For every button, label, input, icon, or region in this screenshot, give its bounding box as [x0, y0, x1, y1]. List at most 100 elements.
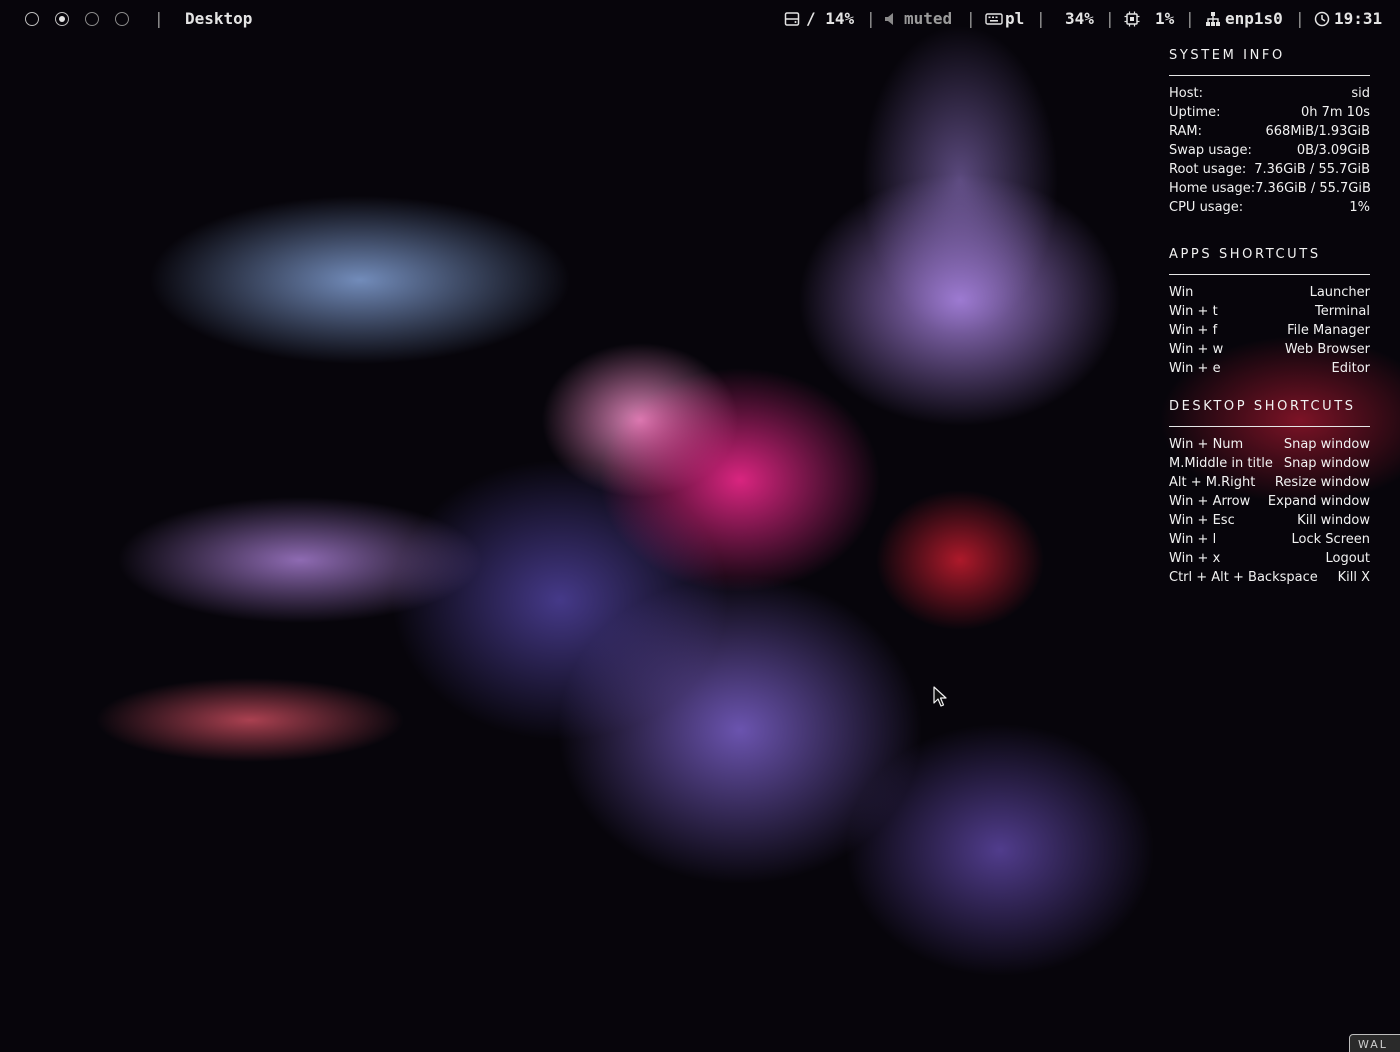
- volume-status[interactable]: muted: [904, 9, 952, 28]
- row-value: Web Browser: [1284, 342, 1370, 357]
- info-row: Home usage: 7.36GiB / 55.7GiB: [1169, 179, 1371, 198]
- row-label: Win + l: [1169, 532, 1217, 547]
- row-value: 1%: [1349, 200, 1370, 215]
- row-label: Win + e: [1169, 361, 1221, 376]
- cpu-usage[interactable]: 1%: [1155, 9, 1174, 28]
- bar-separator: |: [966, 9, 976, 28]
- row-label: M.Middle in title: [1169, 456, 1273, 471]
- info-row: Swap usage: 0B/3.09GiB: [1169, 141, 1370, 160]
- disk-icon: [784, 11, 800, 31]
- corner-watermark: WAL: [1349, 1034, 1400, 1052]
- row-value: Expand window: [1267, 494, 1370, 509]
- row-label: Ctrl + Alt + Backspace: [1169, 570, 1318, 585]
- section-title: DESKTOP SHORTCUTS: [1169, 399, 1356, 414]
- row-label: Win + Num: [1169, 437, 1244, 452]
- section-divider: [1169, 274, 1370, 275]
- info-row: Win + l Lock Screen: [1169, 530, 1370, 549]
- row-label: Alt + M.Right: [1169, 475, 1256, 490]
- row-value: Kill X: [1337, 570, 1370, 585]
- row-label: Win + Esc: [1169, 513, 1235, 528]
- workspace-2-indicator[interactable]: [55, 12, 69, 26]
- workspace-4-indicator[interactable]: [115, 12, 129, 26]
- info-row: Win + f File Manager: [1169, 321, 1370, 340]
- row-label: CPU usage:: [1169, 200, 1244, 215]
- section-divider: [1169, 426, 1370, 427]
- info-row: Win + w Web Browser: [1169, 340, 1370, 359]
- row-label: RAM:: [1169, 124, 1202, 139]
- row-value: 7.36GiB / 55.7GiB: [1254, 162, 1370, 177]
- row-value: sid: [1351, 86, 1370, 101]
- clock-time[interactable]: 19:31: [1334, 9, 1382, 28]
- row-value: 0h 7m 10s: [1300, 105, 1370, 120]
- row-value: Snap window: [1283, 437, 1370, 452]
- speaker-icon: [884, 11, 896, 31]
- bar-separator: |: [1105, 9, 1115, 28]
- info-row: CPU usage: 1%: [1169, 198, 1370, 217]
- info-row: Win + Esc Kill window: [1169, 511, 1370, 530]
- row-value: Logout: [1325, 551, 1370, 566]
- keyboard-icon: [985, 11, 1003, 31]
- info-row: Win + x Logout: [1169, 549, 1370, 568]
- info-row: Win + Num Snap window: [1169, 435, 1370, 454]
- info-row: Host: sid: [1169, 84, 1370, 103]
- bar-separator: |: [1295, 9, 1305, 28]
- row-label: Win + f: [1169, 323, 1218, 338]
- network-interface[interactable]: enp1s0: [1225, 9, 1283, 28]
- disk-usage[interactable]: / 14%: [806, 9, 854, 28]
- row-label: Win + x: [1169, 551, 1221, 566]
- window-title: Desktop: [185, 9, 253, 28]
- row-label: Win + t: [1169, 304, 1218, 319]
- row-value: Editor: [1331, 361, 1370, 376]
- row-value: 7.36GiB / 55.7GiB: [1255, 181, 1371, 196]
- battery-level[interactable]: 34%: [1065, 9, 1094, 28]
- apps-shortcuts-section: APPS SHORTCUTS Win Launcher Win + t Termina…: [1169, 245, 1370, 378]
- row-value: File Manager: [1287, 323, 1370, 338]
- battery-icon: [1050, 16, 1060, 35]
- network-icon: [1205, 11, 1221, 31]
- section-divider: [1169, 75, 1370, 76]
- info-row: Root usage: 7.36GiB / 55.7GiB: [1169, 160, 1370, 179]
- conky-info-panel: SYSTEM INFO Host: sid Uptime: 0h 7m 10s RAM:…: [1169, 46, 1371, 587]
- row-value: Launcher: [1309, 285, 1370, 300]
- system-info-section: SYSTEM INFO Host: sid Uptime: 0h 7m 10s RAM:…: [1169, 46, 1371, 217]
- row-value: Terminal: [1315, 304, 1370, 319]
- workspace-1-indicator[interactable]: [25, 12, 39, 26]
- mouse-pointer-icon: [933, 686, 947, 712]
- info-row: Win + t Terminal: [1169, 302, 1370, 321]
- bar-separator: |: [1185, 9, 1195, 28]
- row-value: 668MiB/1.93GiB: [1265, 124, 1371, 139]
- section-title: SYSTEM INFO: [1169, 48, 1285, 63]
- desktop-shortcuts-section: DESKTOP SHORTCUTS Win + Num Snap window M.…: [1169, 397, 1370, 587]
- clock-icon: [1314, 11, 1330, 31]
- keyboard-layout[interactable]: pl: [1005, 9, 1024, 28]
- bar-separator: |: [866, 9, 876, 28]
- row-value: Snap window: [1283, 456, 1370, 471]
- row-label: Host:: [1169, 86, 1203, 101]
- row-value: Kill window: [1297, 513, 1370, 528]
- system-info-rows: Host: sid Uptime: 0h 7m 10s RAM: 668MiB/1.93G…: [1169, 84, 1371, 217]
- info-row: Uptime: 0h 7m 10s: [1169, 103, 1370, 122]
- section-title: APPS SHORTCUTS: [1169, 247, 1321, 262]
- row-label: Swap usage:: [1169, 143, 1252, 158]
- info-row: RAM: 668MiB/1.93GiB: [1169, 122, 1370, 141]
- info-row: Alt + M.Right Resize window: [1169, 473, 1370, 492]
- row-label: Home usage:: [1169, 181, 1256, 196]
- top-bar: | Desktop / 14% | muted | pl | 34% | 1% …: [0, 0, 1400, 38]
- apps-shortcuts-rows: Win Launcher Win + t Terminal Win + f File Ma…: [1169, 283, 1370, 378]
- row-value: 0B/3.09GiB: [1296, 143, 1370, 158]
- info-row: Win Launcher: [1169, 283, 1370, 302]
- row-label: Uptime:: [1169, 105, 1221, 120]
- bar-separator: |: [154, 9, 164, 28]
- row-label: Root usage:: [1169, 162, 1247, 177]
- bar-separator: |: [1036, 9, 1046, 28]
- desktop-wallpaper: | Desktop / 14% | muted | pl | 34% | 1% …: [0, 0, 1400, 1052]
- row-label: Win: [1169, 285, 1194, 300]
- row-label: Win + Arrow: [1169, 494, 1251, 509]
- info-row: Win + e Editor: [1169, 359, 1370, 378]
- row-value: Lock Screen: [1291, 532, 1370, 547]
- info-row: Ctrl + Alt + Backspace Kill X: [1169, 568, 1370, 587]
- desktop-shortcuts-rows: Win + Num Snap window M.Middle in title Sna…: [1169, 435, 1370, 587]
- cpu-icon: [1124, 11, 1140, 31]
- workspace-3-indicator[interactable]: [85, 12, 99, 26]
- row-value: Resize window: [1274, 475, 1370, 490]
